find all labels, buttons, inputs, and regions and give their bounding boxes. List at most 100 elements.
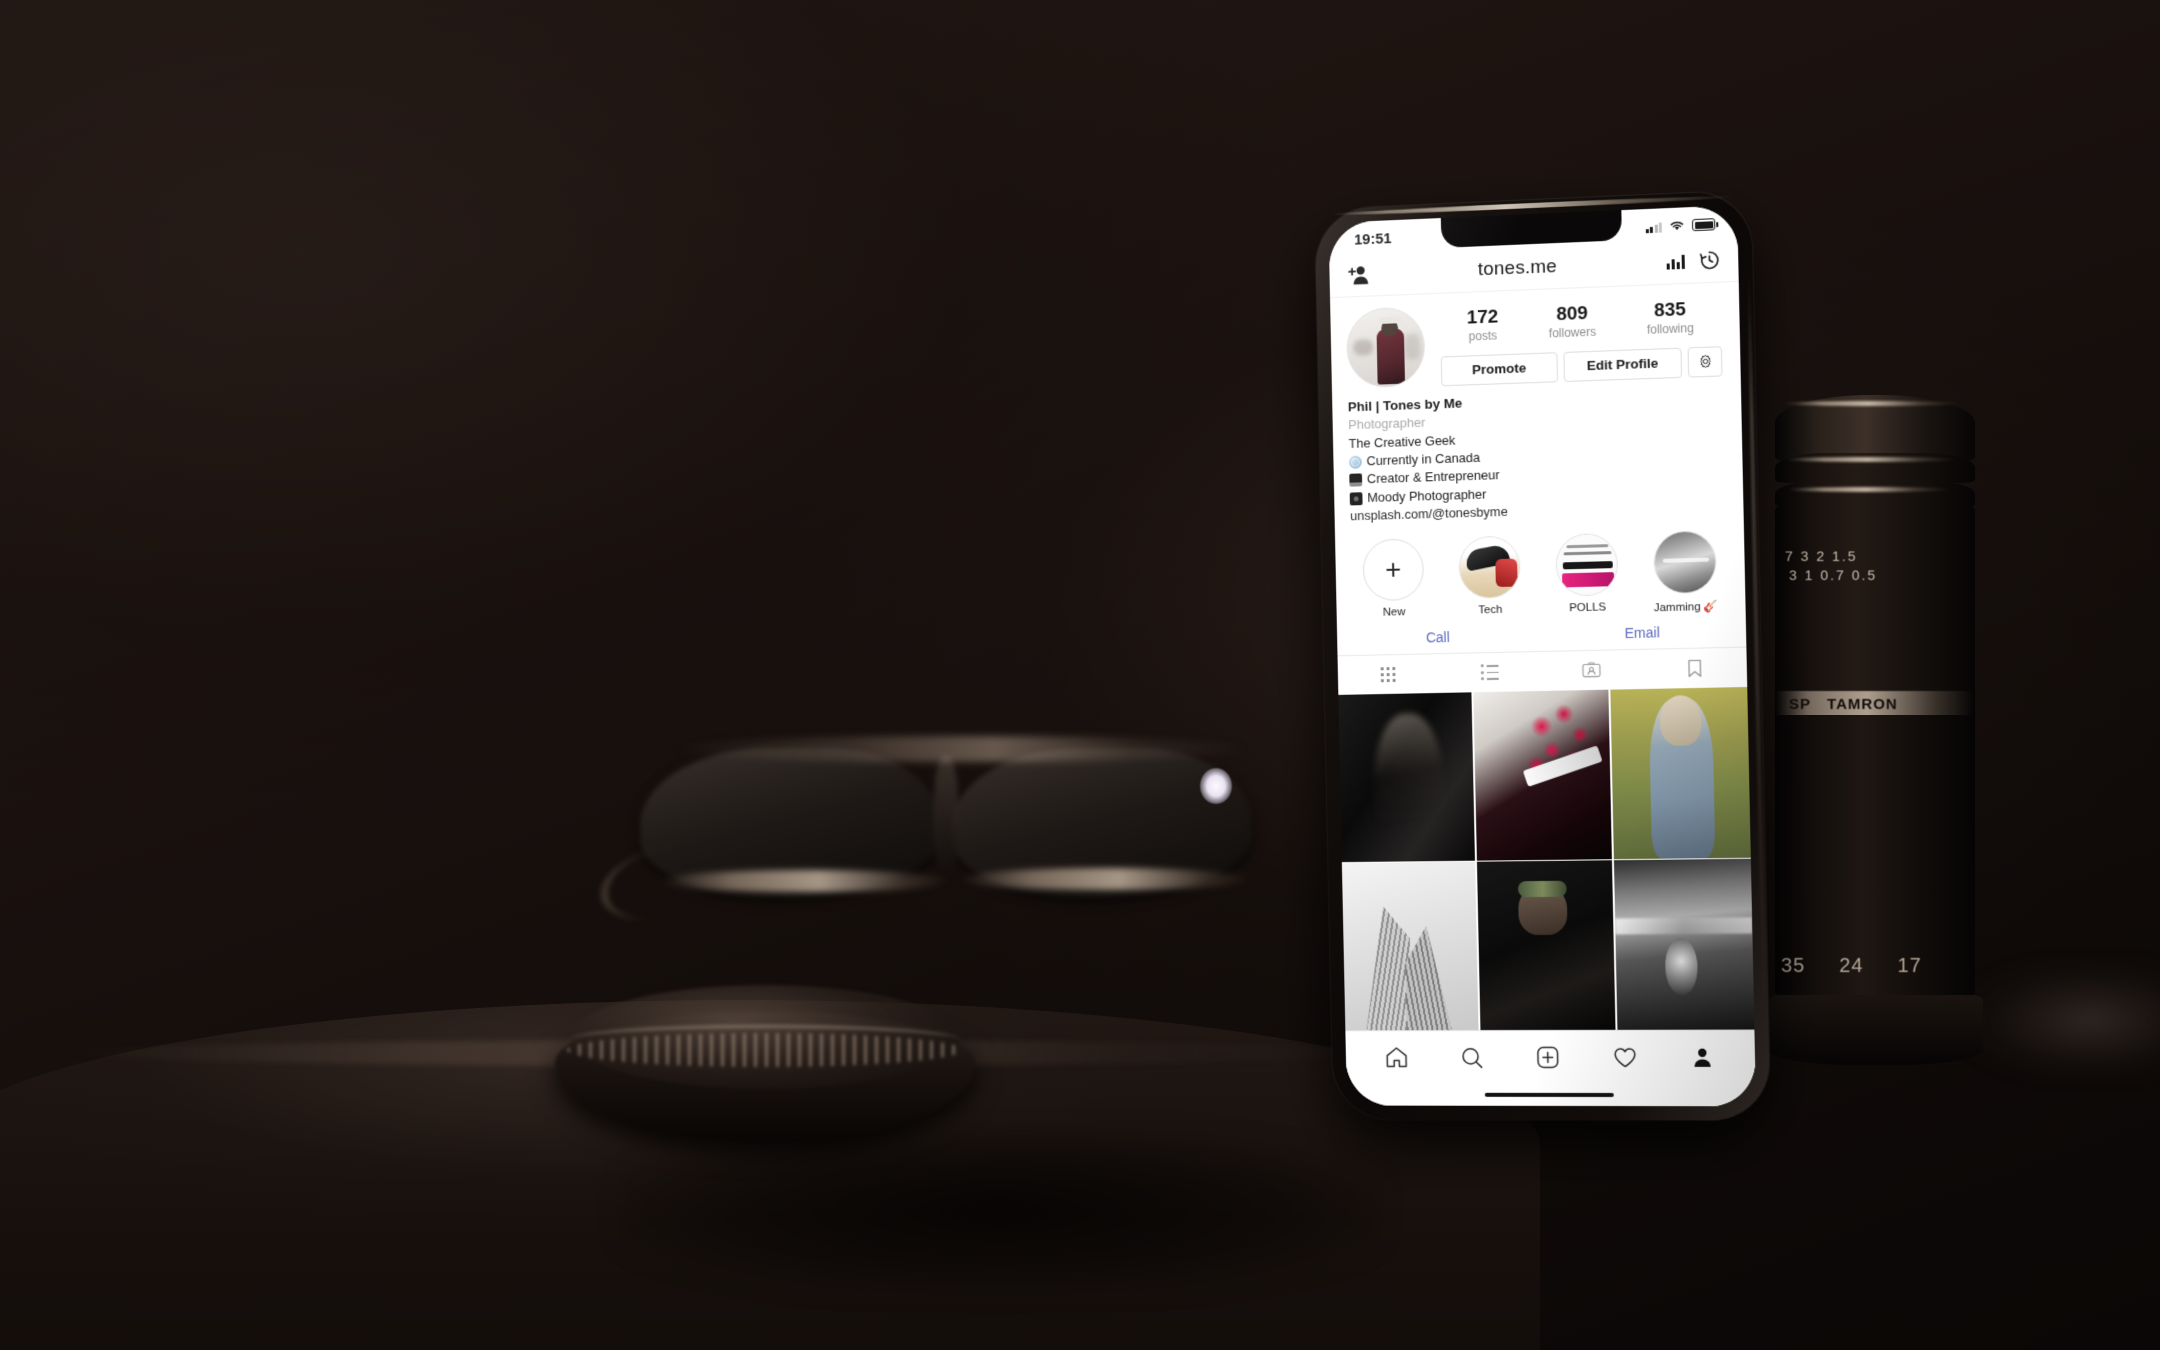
activity-tab[interactable] (1611, 1043, 1640, 1071)
lens-series-text: SP (1789, 695, 1812, 713)
archive-clock-icon[interactable] (1699, 249, 1721, 271)
heart-icon (1613, 1046, 1637, 1068)
promote-button[interactable]: Promote (1440, 352, 1559, 387)
status-time: 19:51 (1353, 229, 1392, 249)
posts-label: posts (1468, 328, 1498, 344)
plus-square-icon (1538, 1046, 1559, 1069)
highlight-polls-thumb (1556, 533, 1618, 596)
avatar-bg-blur-right (1403, 333, 1421, 360)
lens-hood-highlight (1783, 401, 1961, 406)
instagram-profile-app: 19:51 tones.me 172 posts 809 followers 8… (1328, 205, 1757, 1107)
lens-lower-barrel (1775, 715, 1975, 995)
highlight-tech[interactable]: Tech (1454, 535, 1525, 619)
camera-icon (1349, 491, 1363, 506)
avatar-body (1376, 328, 1406, 385)
photo-scene: 7 3 2 1.5 3 1 0.7 0.5 SP TAMRON 35 24 17 (0, 0, 2160, 1350)
create-tab[interactable] (1534, 1043, 1562, 1071)
post-1[interactable] (1338, 692, 1476, 862)
avatar-cap (1378, 316, 1402, 325)
settings-button[interactable] (1687, 346, 1723, 378)
profile-stats-column: 172 posts 809 followers 835 following Pr… (1438, 295, 1725, 387)
tagged-person-icon (1582, 662, 1601, 678)
add-person-icon[interactable] (1347, 263, 1371, 286)
stat-followers[interactable]: 809 followers (1548, 302, 1596, 340)
list-tab[interactable] (1438, 652, 1540, 693)
stat-posts[interactable]: 172 posts (1466, 306, 1499, 344)
plus-icon: + (1384, 553, 1402, 585)
avatar-bg-blur-left (1353, 339, 1374, 356)
lens-ring-highlight-2 (1787, 487, 1951, 492)
highlight-jamming-thumb (1654, 531, 1716, 593)
camera-lens: 7 3 2 1.5 3 1 0.7 0.5 SP TAMRON 35 24 17 (1769, 395, 1983, 1065)
post-4[interactable] (1341, 861, 1479, 1031)
bookmark-icon (1687, 658, 1703, 677)
signal-bars-icon (1645, 221, 1662, 233)
specular-highlight (1200, 768, 1232, 804)
followers-count: 809 (1556, 302, 1589, 326)
grid-tab[interactable] (1338, 654, 1439, 695)
nav-actions (1666, 249, 1720, 272)
highlight-polls[interactable]: POLLS (1551, 532, 1623, 617)
globe-icon (1348, 455, 1362, 469)
laptop-icon (1349, 473, 1363, 487)
sunglasses-bridge (934, 756, 958, 876)
post-3[interactable] (1610, 686, 1751, 859)
lens-base-glow (1960, 960, 2160, 1080)
grid-icon (1380, 666, 1396, 682)
person-filled-icon (1693, 1048, 1711, 1067)
highlight-new[interactable]: + New (1358, 537, 1428, 621)
lens-scale-row-1: 7 3 2 1.5 (1785, 548, 1858, 564)
profile-bio: Phil | Tones by Me Photographer The Crea… (1332, 376, 1744, 527)
highlight-polls-ring (1555, 532, 1619, 597)
search-icon (1460, 1045, 1484, 1069)
profile-username: tones.me (1477, 255, 1558, 280)
story-highlights: + New Tech POLLS Jamming 🎸 (1335, 515, 1746, 621)
list-icon (1480, 664, 1499, 681)
post-2[interactable] (1473, 689, 1613, 861)
tagged-tab[interactable] (1540, 650, 1644, 691)
highlight-new-ring: + (1362, 537, 1425, 602)
following-count: 835 (1653, 299, 1687, 322)
profile-tab[interactable] (1688, 1043, 1717, 1071)
highlight-jamming-ring (1653, 529, 1717, 595)
phone-screen: 19:51 tones.me 172 posts 809 followers 8… (1328, 205, 1757, 1107)
highlight-new-label: New (1382, 606, 1406, 619)
bottom-tab-bar (1345, 1029, 1756, 1085)
wifi-icon (1669, 219, 1685, 231)
lens-zoom-marks: 35 24 17 (1781, 955, 1971, 978)
smartphone: 19:51 tones.me 172 posts 809 followers 8… (1314, 190, 1771, 1121)
lens-zoom-ring (1775, 481, 1975, 507)
home-tab[interactable] (1383, 1044, 1411, 1072)
post-6[interactable] (1613, 858, 1755, 1030)
status-indicators (1645, 218, 1716, 233)
lens-brand-band: SP TAMRON (1775, 691, 1975, 717)
home-indicator (1346, 1083, 1757, 1107)
saved-tab[interactable] (1643, 647, 1748, 688)
photo-grid (1338, 686, 1755, 1031)
search-tab[interactable] (1458, 1043, 1486, 1071)
lens-cap-rim (569, 1025, 961, 1055)
sunglasses-right-rim-highlight (960, 868, 1250, 890)
highlight-tech-label: Tech (1478, 603, 1503, 617)
highlight-tech-thumb (1459, 536, 1520, 598)
lens-distance-scale: 7 3 2 1.5 3 1 0.7 0.5 (1785, 547, 1965, 585)
call-button[interactable]: Call (1337, 627, 1540, 647)
profile-header-row: 172 posts 809 followers 835 following Pr… (1330, 282, 1741, 390)
posts-count: 172 (1466, 306, 1499, 329)
highlight-jamming[interactable]: Jamming 🎸 (1649, 529, 1721, 614)
email-button[interactable]: Email (1539, 622, 1746, 643)
lens-scale-row-2: 3 1 0.7 0.5 (1789, 566, 1878, 583)
stat-following[interactable]: 835 following (1646, 299, 1694, 337)
profile-avatar[interactable] (1345, 306, 1426, 389)
lens-ring-highlight-1 (1785, 457, 1957, 462)
home-icon (1385, 1046, 1409, 1069)
lens-zoom-mark-24: 24 (1839, 955, 1864, 977)
edit-profile-button[interactable]: Edit Profile (1563, 347, 1683, 382)
post-5[interactable] (1476, 860, 1616, 1031)
insights-bar-chart-icon[interactable] (1666, 254, 1685, 270)
battery-icon (1691, 218, 1716, 232)
lens-mount-base (1769, 995, 1983, 1065)
gear-icon (1697, 354, 1712, 370)
highlight-polls-label: POLLS (1569, 601, 1607, 615)
sunglasses (596, 730, 1280, 970)
